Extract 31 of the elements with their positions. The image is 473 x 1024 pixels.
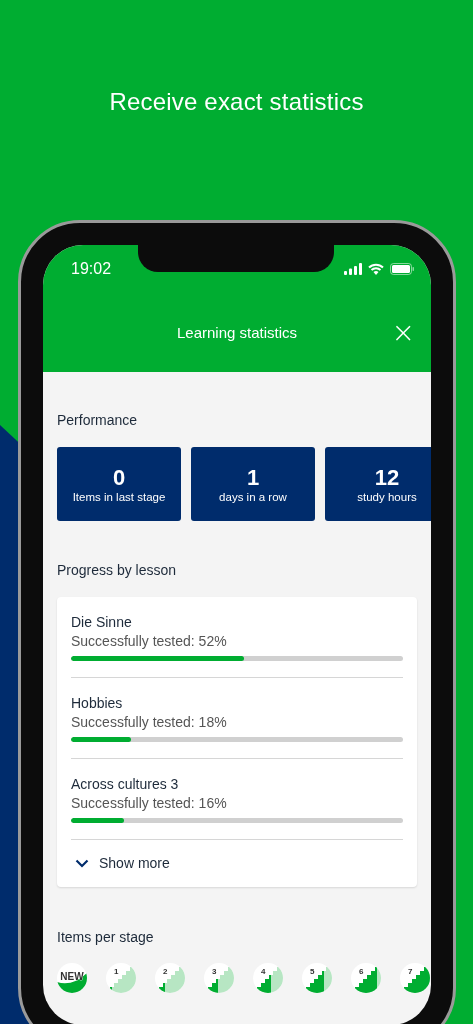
stat-label: days in a row [219,491,287,503]
stage-icon: 5 [302,963,332,993]
stat-label: study hours [357,491,417,503]
stage-icon: NEW [57,963,87,993]
section-title: Progress by lesson [57,562,178,578]
battery-icon [390,263,415,275]
lesson-progress-text: Successfully tested: 16% [71,795,228,811]
stat-value: 0 [112,465,126,491]
lesson-progress-text: Successfully tested: 52% [71,633,228,649]
signal-icon [344,263,362,275]
stat-label: Items in last stage [72,491,166,503]
show-more-button[interactable]: Show more [71,840,170,887]
stage-icon: 3 [204,963,234,993]
screen-title: Learning statistics [176,324,298,341]
stage-icon: 2 [155,963,185,993]
section-title: Items per stage [57,929,155,945]
headline: Receive exact statistics [109,87,364,117]
stage-icon: 6 [351,963,381,993]
stage-icon: 4 [253,963,283,993]
stat-value: 1 [246,465,260,491]
status-time: 19:02 [71,260,112,278]
stage-icon: 1 [106,963,136,993]
lesson-name: Die Sinne [71,614,133,630]
section-title: Performance [57,412,139,428]
stat-value: 12 [374,465,400,491]
lesson-progress-text: Successfully tested: 18% [71,714,228,730]
lesson-name: Hobbies [71,695,124,711]
wifi-icon [368,263,384,275]
chevron-down-icon [75,858,89,868]
lesson-name: Across cultures 3 [71,776,180,792]
stage-icon: 7 [400,963,430,993]
